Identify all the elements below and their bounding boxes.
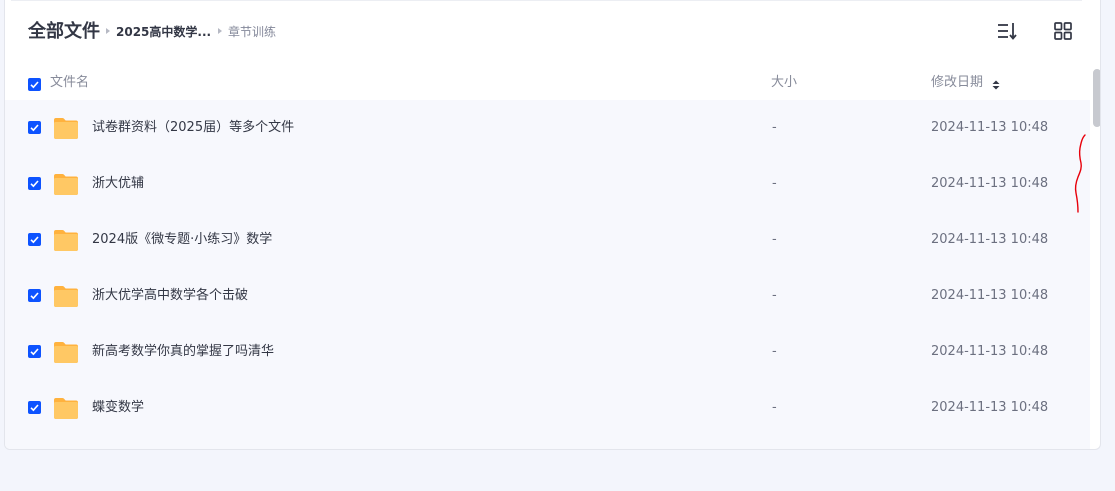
check-icon [30,180,39,188]
check-icon [30,404,39,412]
row-checkbox[interactable] [28,345,41,358]
file-size: - [772,176,777,191]
file-modified-date: 2024-11-13 10:48 [931,344,1049,359]
column-size-label[interactable]: 大小 [771,75,797,91]
check-icon [30,348,39,356]
file-row[interactable]: 浙大优学高中数学各个击破 - 2024-11-13 10:48 [5,268,1090,324]
folder-icon [54,342,78,363]
file-name[interactable]: 浙大优辅 [92,175,144,193]
check-icon [30,292,39,300]
column-name-label[interactable]: 文件名 [50,75,89,91]
breadcrumb-separator-icon [106,28,110,34]
file-modified-date: 2024-11-13 10:48 [931,288,1049,303]
breadcrumb-item-current: 章节训练 [228,25,277,39]
file-size: - [772,400,777,415]
folder-icon [54,286,78,307]
file-name[interactable]: 试卷群资料（2025届）等多个文件 [92,119,294,137]
file-size: - [772,288,777,303]
breadcrumb-separator-icon [218,28,222,34]
sort-list-icon [998,23,1017,40]
row-checkbox[interactable] [28,289,41,302]
file-row[interactable]: 试卷群资料（2025届）等多个文件 - 2024-11-13 10:48 [5,100,1090,156]
column-header: 文件名 大小 修改日期 [5,64,1100,100]
file-size: - [772,344,777,359]
file-modified-date: 2024-11-13 10:48 [931,232,1049,247]
sort-arrows-icon[interactable] [992,80,1000,90]
check-icon [30,124,39,132]
file-name[interactable]: 浙大优学高中数学各个击破 [92,287,248,305]
folder-icon [54,398,78,419]
file-row[interactable]: 2024版《微专题·小练习》数学 - 2024-11-13 10:48 [5,212,1090,268]
file-modified-date: 2024-11-13 10:48 [931,176,1049,191]
row-checkbox[interactable] [28,233,41,246]
file-modified-date: 2024-11-13 10:48 [931,120,1049,135]
select-all-checkbox[interactable] [28,78,41,91]
file-name[interactable]: 新高考数学你真的掌握了吗清华 [92,343,274,361]
check-icon [30,236,39,244]
file-size: - [772,232,777,247]
file-size: - [772,120,777,135]
column-modified-label[interactable]: 修改日期 [931,75,983,91]
folder-icon [54,118,78,139]
row-checkbox[interactable] [28,177,41,190]
check-icon [30,81,39,89]
header-bar: 全部文件 2025高中数学... 章节训练 [5,0,1100,64]
file-name[interactable]: 蝶变数学 [92,399,144,417]
file-panel: 全部文件 2025高中数学... 章节训练 文件名 大小 修改日期 试卷群资料（… [4,0,1101,450]
grid-view-icon [1054,22,1072,40]
breadcrumb-item-course[interactable]: 2025高中数学... [116,23,211,41]
row-checkbox[interactable] [28,121,41,134]
file-row[interactable]: 浙大优辅 - 2024-11-13 10:48 [5,156,1090,212]
breadcrumb-root[interactable]: 全部文件 [28,19,100,45]
handwritten-annotation [1074,134,1086,213]
folder-icon [54,230,78,251]
file-modified-date: 2024-11-13 10:48 [931,400,1049,415]
folder-icon [54,174,78,195]
file-row[interactable]: 新高考数学你真的掌握了吗清华 - 2024-11-13 10:48 [5,324,1090,380]
row-checkbox[interactable] [28,401,41,414]
file-list: 试卷群资料（2025届）等多个文件 -2024-11-13 10:48 浙大优辅 -2… [5,100,1090,449]
scrollbar-thumb[interactable] [1093,69,1100,127]
sort-button[interactable] [996,20,1018,42]
file-name[interactable]: 2024版《微专题·小练习》数学 [92,231,272,249]
file-row[interactable]: 蝶变数学 - 2024-11-13 10:48 [5,380,1090,436]
grid-view-button[interactable] [1052,20,1074,42]
